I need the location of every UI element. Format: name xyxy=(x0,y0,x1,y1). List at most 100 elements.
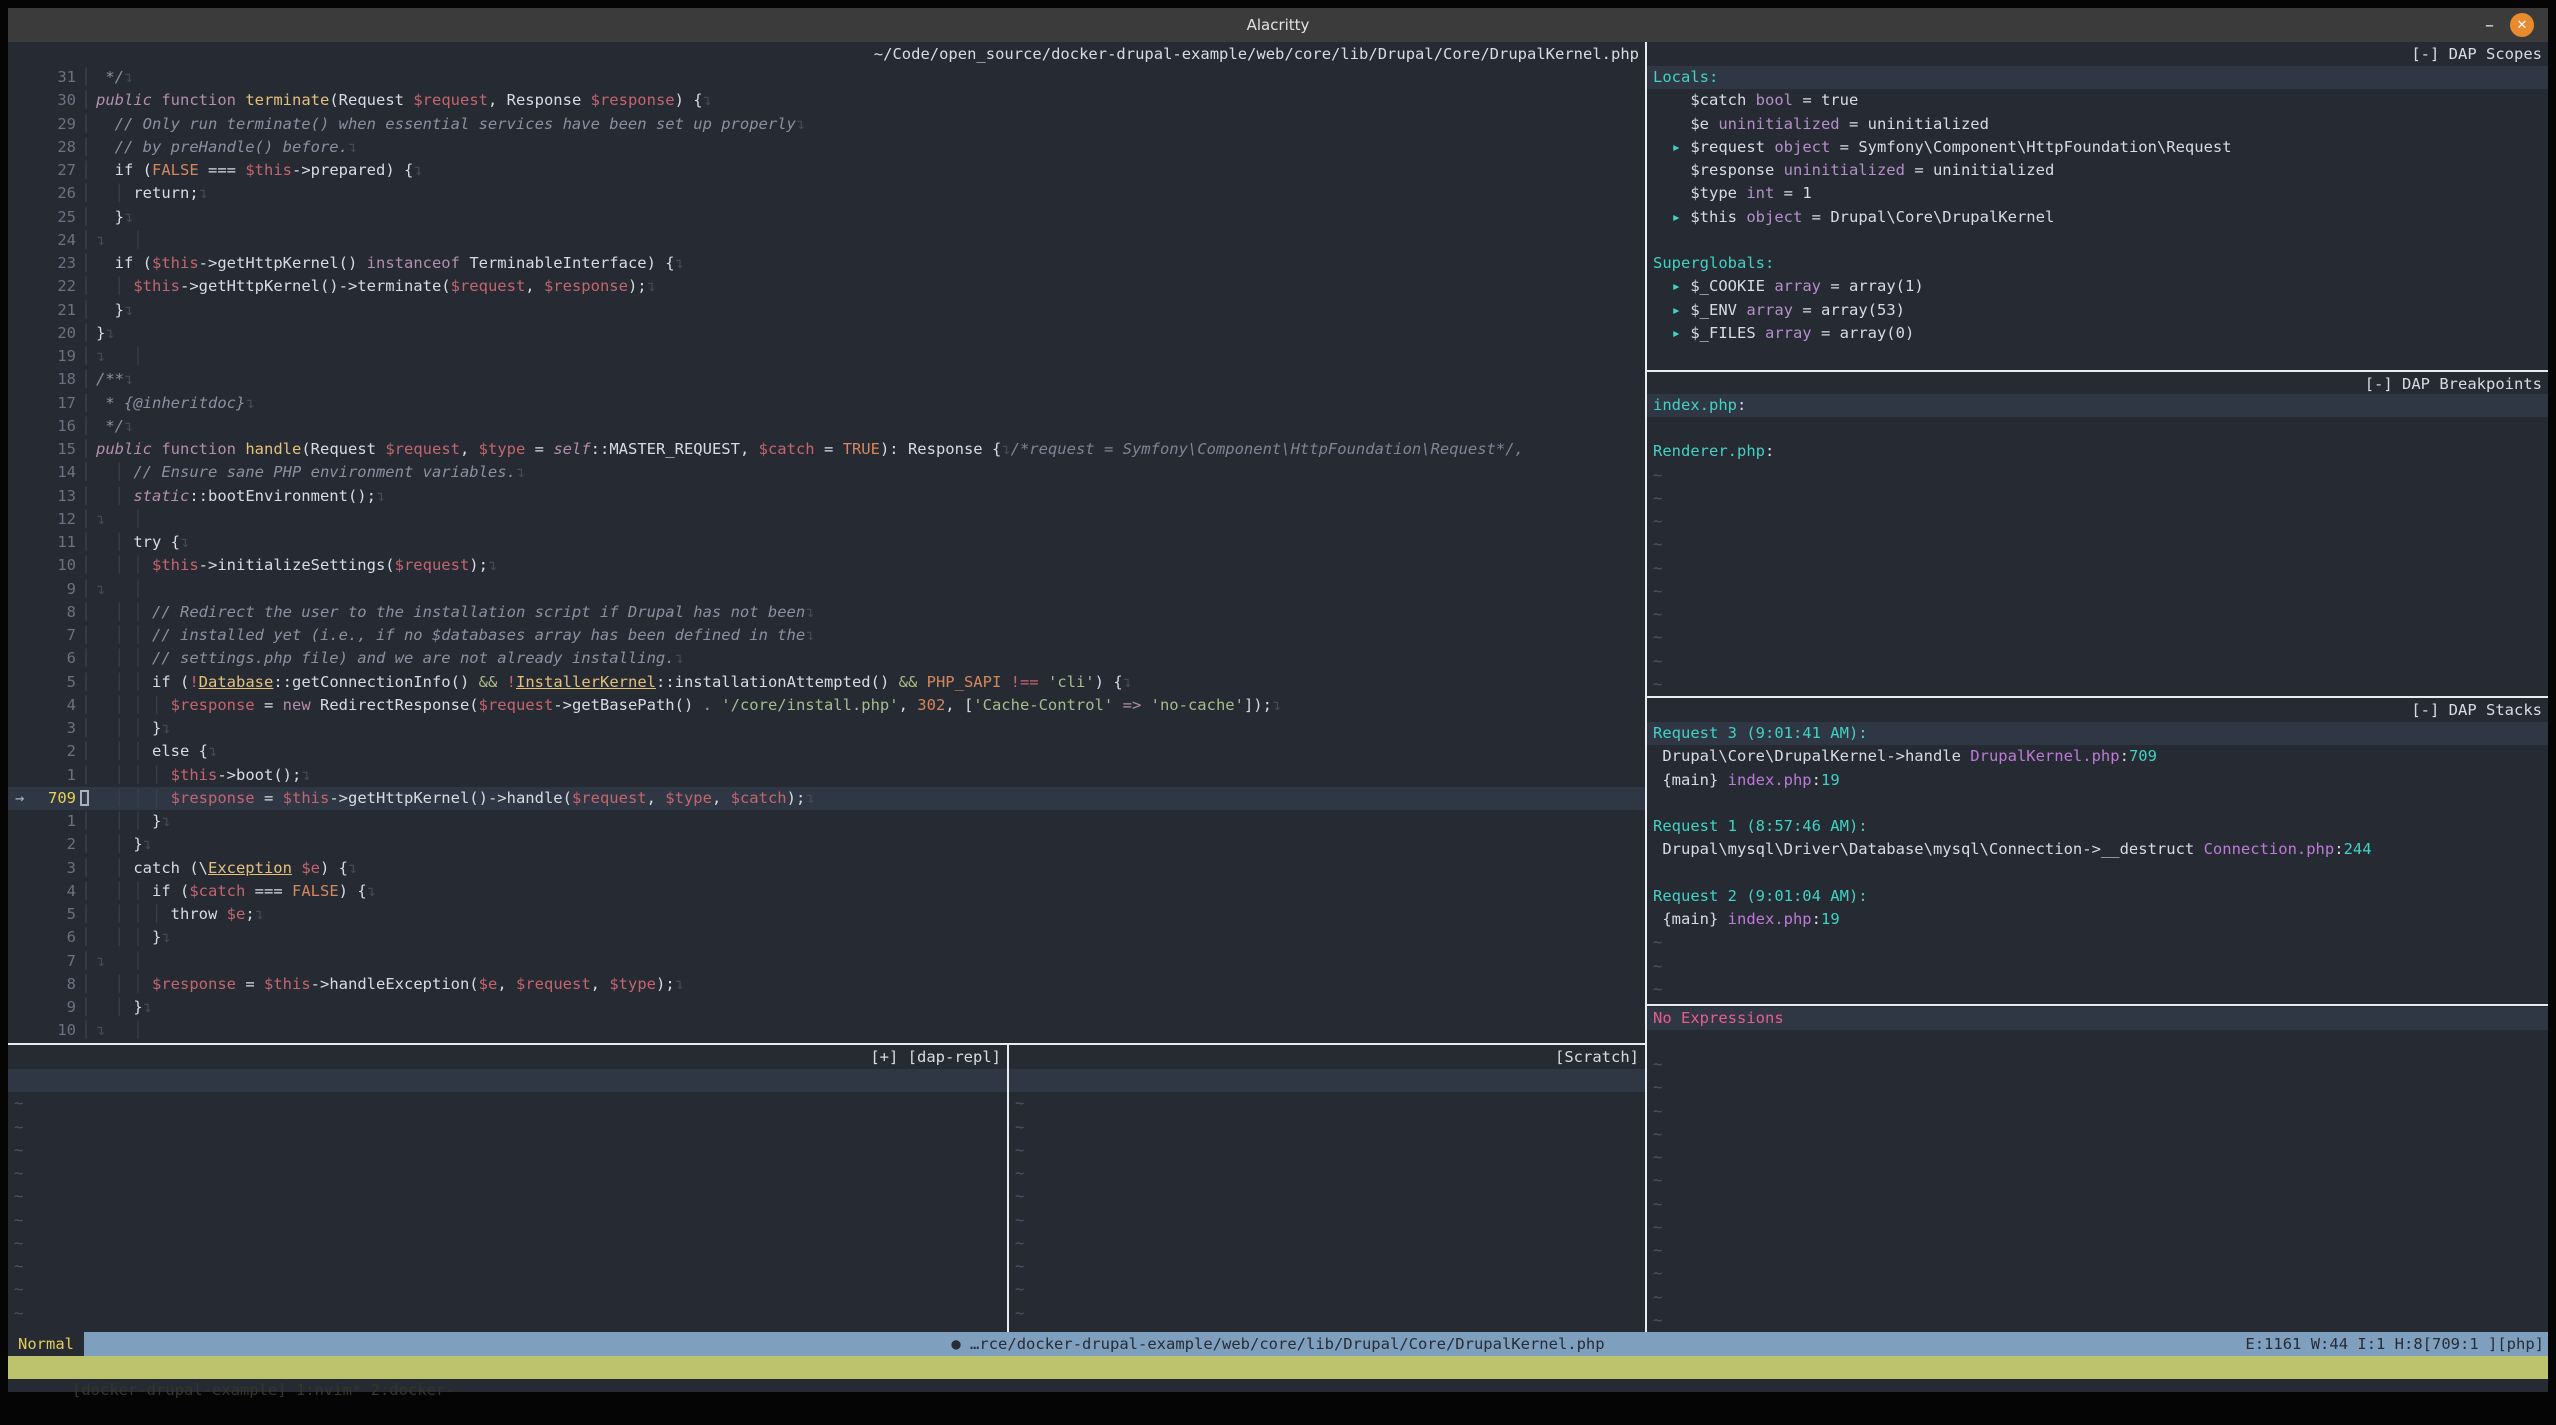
code-text: │ $this->getHttpKernel()->terminate($req… xyxy=(96,275,1645,298)
eol-marker: ↴ xyxy=(675,649,684,667)
scope-variable-row[interactable]: ▸ $request object = Symfony\Component\Ht… xyxy=(1647,136,2548,159)
titlebar[interactable]: Alacritty – ✕ xyxy=(8,8,2548,42)
code-line[interactable]: 23│ if ($this->getHttpKernel() instanceo… xyxy=(8,252,1645,275)
code-line[interactable]: 3│ │ catch (\Exception $e) {↴ xyxy=(8,857,1645,880)
code-line[interactable]: 27│ if (FALSE === $this->prepared) {↴ xyxy=(8,159,1645,182)
code-line[interactable]: 21│ }↴ xyxy=(8,299,1645,322)
code-line[interactable]: 22│ │ $this->getHttpKernel()->terminate(… xyxy=(8,275,1645,298)
code-line[interactable]: 5│ │ │ if (!Database::getConnectionInfo(… xyxy=(8,671,1645,694)
code-line[interactable]: 6│ │ │ // settings.php file) and we are … xyxy=(8,647,1645,670)
dap-repl-pane[interactable]: [+] [dap-repl] ~~~~~~~~~~ xyxy=(8,1045,1007,1332)
code-line[interactable]: 30│public function terminate(Request $re… xyxy=(8,89,1645,112)
indent-guide: │ xyxy=(96,463,133,481)
code-line[interactable]: 13│ │ static::bootEnvironment();↴ xyxy=(8,485,1645,508)
stack-frame-row[interactable]: Drupal\Core\DrupalKernel->handle DrupalK… xyxy=(1647,745,2548,768)
minimize-icon[interactable]: – xyxy=(2485,15,2494,36)
scope-variable-row[interactable]: ▸ $_ENV array = array(53) xyxy=(1647,299,2548,322)
line-number: 19 xyxy=(32,345,76,368)
code-line[interactable]: 8│ │ │ $response = $this->handleExceptio… xyxy=(8,973,1645,996)
code-text: if (FALSE === $this->prepared) {↴ xyxy=(96,159,1645,182)
tilde: ~ xyxy=(1015,1164,1024,1182)
scope-variable-row[interactable]: Locals: xyxy=(1647,66,2548,89)
gutter-separator: │ xyxy=(76,973,96,996)
scratch-pane[interactable]: [Scratch] ~~~~~~~~~~ xyxy=(1009,1045,1645,1332)
breakpoint-row[interactable]: index.php: xyxy=(1647,394,2548,417)
code-line[interactable]: 9│ │ }↴ xyxy=(8,996,1645,1019)
code-line[interactable]: 12│↴ │ xyxy=(8,508,1645,531)
scope-variable-row[interactable]: $response uninitialized = uninitialized xyxy=(1647,159,2548,182)
code-text: │ static::bootEnvironment();↴ xyxy=(96,485,1645,508)
stack-frame-row[interactable]: {main} index.php:19 xyxy=(1647,769,2548,792)
code-line[interactable]: 5│ │ │ │ throw $e;↴ xyxy=(8,903,1645,926)
code-line[interactable]: 11│ │ try {↴ xyxy=(8,531,1645,554)
line-number: 5 xyxy=(32,903,76,926)
code-line[interactable]: 18│/**↴ xyxy=(8,368,1645,391)
scope-variable-row[interactable]: ▸ $this object = Drupal\Core\DrupalKerne… xyxy=(1647,206,2548,229)
code-line[interactable]: 1│ │ │ │ $this->boot();↴ xyxy=(8,764,1645,787)
code-line[interactable]: 31│ */↴ xyxy=(8,66,1645,89)
code-line[interactable]: 9│↴ │ xyxy=(8,578,1645,601)
indent-guide: │ │ xyxy=(96,812,152,830)
scope-variable-row[interactable]: ▸ $_COOKIE array = array(1) xyxy=(1647,275,2548,298)
code-line[interactable]: 19│↴ │ xyxy=(8,345,1645,368)
code-line[interactable]: 4│ │ │ if ($catch === FALSE) {↴ xyxy=(8,880,1645,903)
stack-frame-row[interactable] xyxy=(1647,792,2548,815)
stack-frame-row[interactable]: Drupal\mysql\Driver\Database\mysql\Conne… xyxy=(1647,838,2548,861)
gutter-separator: │ xyxy=(76,531,96,554)
empty-buffer-line: ~ xyxy=(8,1232,1007,1255)
stack-frame-row[interactable]: Request 2 (9:01:04 AM): xyxy=(1647,885,2548,908)
stack-frame-row[interactable]: Request 1 (8:57:46 AM): xyxy=(1647,815,2548,838)
code-line[interactable]: 2│ │ │ else {↴ xyxy=(8,740,1645,763)
code-line[interactable]: 3│ │ │ }↴ xyxy=(8,717,1645,740)
code-line[interactable]: 7│↴ │ xyxy=(8,950,1645,973)
dap-breakpoints-header[interactable]: [-] DAP Breakpoints xyxy=(1647,372,2548,394)
code-line[interactable]: 25│ }↴ xyxy=(8,206,1645,229)
gutter-separator: │ xyxy=(76,810,96,833)
code-line[interactable]: 24│↴ │ xyxy=(8,229,1645,252)
scope-variable-row[interactable]: $catch bool = true xyxy=(1647,89,2548,112)
code-line[interactable]: 16│ */↴ xyxy=(8,415,1645,438)
dap-stacks-header[interactable]: [-] DAP Stacks xyxy=(1647,698,2548,722)
code-line[interactable]: 10│↴ │ xyxy=(8,1019,1645,1042)
code-line[interactable]: 8│ │ │ // Redirect the user to the insta… xyxy=(8,601,1645,624)
scope-variable-row[interactable] xyxy=(1647,229,2548,252)
watch-row[interactable] xyxy=(1647,1030,2548,1053)
line-number: 8 xyxy=(32,601,76,624)
close-icon[interactable]: ✕ xyxy=(2510,13,2534,37)
code-line[interactable]: 26│ │ return;↴ xyxy=(8,182,1645,205)
code-line[interactable]: 7│ │ │ // installed yet (i.e., if no $da… xyxy=(8,624,1645,647)
scope-variable-row[interactable]: $type int = 1 xyxy=(1647,182,2548,205)
code-line[interactable]: 15│public function handle(Request $reque… xyxy=(8,438,1645,461)
code-line[interactable]: 29│ // Only run terminate() when essenti… xyxy=(8,113,1645,136)
code-text: │ // Ensure sane PHP environment variabl… xyxy=(96,461,1645,484)
scope-variable-row[interactable]: ▸ $_FILES array = array(0) xyxy=(1647,322,2548,345)
stack-frame-row[interactable] xyxy=(1647,862,2548,885)
buffer-cursorline[interactable] xyxy=(8,1069,1007,1092)
tmux-window-2[interactable]: 2:docker- xyxy=(361,1381,454,1399)
code-area[interactable]: 31│ */↴ 30│public function terminate(Req… xyxy=(8,66,1645,1043)
indent-guide: │ │ xyxy=(96,928,152,946)
tmux-window-1[interactable]: 1:nvim* xyxy=(296,1381,361,1399)
line-number: 17 xyxy=(32,392,76,415)
scope-variable-row[interactable]: $e uninitialized = uninitialized xyxy=(1647,113,2548,136)
stack-frame-row[interactable]: Request 3 (9:01:41 AM): xyxy=(1647,722,2548,745)
code-line[interactable]: 14│ │ // Ensure sane PHP environment var… xyxy=(8,461,1645,484)
code-line[interactable]: 2│ │ }↴ xyxy=(8,833,1645,856)
code-line[interactable]: 1│ │ │ }↴ xyxy=(8,810,1645,833)
scope-variable-row[interactable]: Superglobals: xyxy=(1647,252,2548,275)
code-line[interactable]: 10│ │ │ $this->initializeSettings($reque… xyxy=(8,554,1645,577)
empty-buffer-line: ~ xyxy=(1009,1116,1645,1139)
current-code-line[interactable]: →709│ │ │ │ $response = $this->getHttpKe… xyxy=(8,787,1645,810)
gutter-separator: │ xyxy=(76,252,96,275)
code-line[interactable]: 4│ │ │ │ $response = new RedirectRespons… xyxy=(8,694,1645,717)
code-line[interactable]: 17│ * {@inheritdoc}↴ xyxy=(8,392,1645,415)
buffer-cursorline[interactable] xyxy=(1009,1069,1645,1092)
code-line[interactable]: 28│ // by preHandle() before.↴ xyxy=(8,136,1645,159)
code-line[interactable]: 20│}↴ xyxy=(8,322,1645,345)
dap-scopes-header[interactable]: [-] DAP Scopes xyxy=(1647,42,2548,66)
code-line[interactable]: 6│ │ │ }↴ xyxy=(8,926,1645,949)
stack-frame-row[interactable]: {main} index.php:19 xyxy=(1647,908,2548,931)
breakpoint-row[interactable]: Renderer.php: xyxy=(1647,440,2548,463)
breakpoint-row[interactable] xyxy=(1647,417,2548,440)
watch-row[interactable]: No Expressions xyxy=(1647,1007,2548,1030)
